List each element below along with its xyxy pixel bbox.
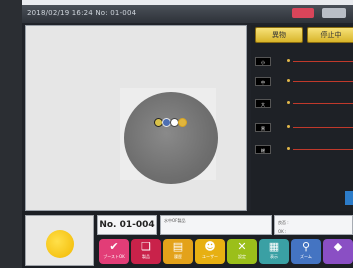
- timestamp-text: 2018/02/19 16:24 No: 01-004: [27, 9, 137, 17]
- stop-button[interactable]: 停止中: [307, 27, 353, 43]
- meter-bar: [293, 61, 353, 62]
- sample-name: 水中OF製品: [160, 215, 272, 235]
- chart-icon: ▤: [172, 240, 184, 253]
- meter-label: 中: [255, 77, 271, 86]
- side-scroll-button[interactable]: [345, 191, 353, 205]
- sample-ball-icon: [46, 230, 74, 258]
- tool-label: ブーストOK: [103, 254, 125, 259]
- meter-row-small: 小: [255, 57, 353, 67]
- tool-display-button[interactable]: ▦ 表示: [259, 239, 289, 264]
- wrench-icon: ✕: [237, 240, 247, 253]
- search-icon: ⚲: [301, 240, 311, 253]
- meter-indicator-icon: [287, 59, 290, 62]
- lot-number: No. 01-004: [97, 215, 157, 235]
- ok-icon: ✔: [109, 240, 119, 253]
- meter-row-large: 大: [255, 99, 353, 109]
- meter-indicator-icon: [287, 101, 290, 104]
- tool-label: 表示: [270, 254, 278, 259]
- toolbar: ✔ ブーストOK ❑ 製品 ▤ 履歴 ☻ ユーザー ✕ 設定 ▦ 表示 ⚲ ズー…: [99, 239, 353, 264]
- meter-label: 黒: [255, 123, 271, 132]
- meter-indicator-icon: [287, 147, 290, 150]
- tool-label: ユーザー: [202, 254, 218, 259]
- tool-label: 製品: [142, 254, 150, 259]
- status-badge[interactable]: [322, 8, 346, 18]
- particle-marker-icon: [178, 118, 187, 127]
- meter-bar: [293, 127, 353, 128]
- alarm-badge[interactable]: [292, 8, 314, 18]
- monitor-photo-frame: 2018/02/19 16:24 No: 01-004 異物 停止中 小 中 大…: [0, 0, 353, 268]
- meter-row-black: 黒: [255, 123, 353, 133]
- tool-chart-button[interactable]: ▤ 履歴: [163, 239, 193, 264]
- meter-label: 大: [255, 99, 271, 108]
- bottom-panel: No. 01-004 水中OF製品 良否 : OK : ✔ ブーストOK ❑ 製…: [22, 211, 353, 268]
- tool-label: 設定: [238, 254, 246, 259]
- meter-bar: [293, 81, 353, 82]
- tool-ok-button[interactable]: ✔ ブーストOK: [99, 239, 129, 264]
- meter-row-total: 総: [255, 145, 353, 155]
- meter-bar: [293, 149, 353, 150]
- meter-indicator-icon: [287, 125, 290, 128]
- right-panel: 異物 停止中 小 中 大 黒 総: [251, 25, 353, 211]
- result-box: 良否 : OK :: [274, 215, 353, 235]
- people-icon: ☻: [204, 240, 216, 253]
- meter-label: 小: [255, 57, 271, 66]
- layers-icon: ▦: [268, 240, 280, 253]
- sample-disk: [124, 92, 218, 184]
- start-button[interactable]: 異物: [255, 27, 303, 43]
- extra-icon: ◆: [333, 240, 343, 253]
- tool-extra-button[interactable]: ◆: [323, 239, 353, 264]
- meter-label: 総: [255, 145, 271, 154]
- ok-label: OK :: [278, 229, 287, 234]
- tool-zoom-button[interactable]: ⚲ ズーム: [291, 239, 321, 264]
- meter-indicator-icon: [287, 79, 290, 82]
- result-label: 良否 :: [278, 220, 289, 225]
- tool-label: ズーム: [300, 254, 312, 259]
- tool-users-button[interactable]: ☻ ユーザー: [195, 239, 225, 264]
- meter-bar: [293, 103, 353, 104]
- book-icon: ❑: [141, 240, 151, 253]
- tool-settings-button[interactable]: ✕ 設定: [227, 239, 257, 264]
- camera-viewer[interactable]: [25, 25, 247, 211]
- screen: 2018/02/19 16:24 No: 01-004 異物 停止中 小 中 大…: [22, 5, 353, 268]
- meter-row-medium: 中: [255, 77, 353, 87]
- tool-label: 履歴: [174, 254, 182, 259]
- status-bar: 2018/02/19 16:24 No: 01-004: [22, 5, 353, 23]
- sample-thumbnail[interactable]: [25, 215, 94, 266]
- monitor-bezel: [0, 0, 22, 268]
- tool-book-button[interactable]: ❑ 製品: [131, 239, 161, 264]
